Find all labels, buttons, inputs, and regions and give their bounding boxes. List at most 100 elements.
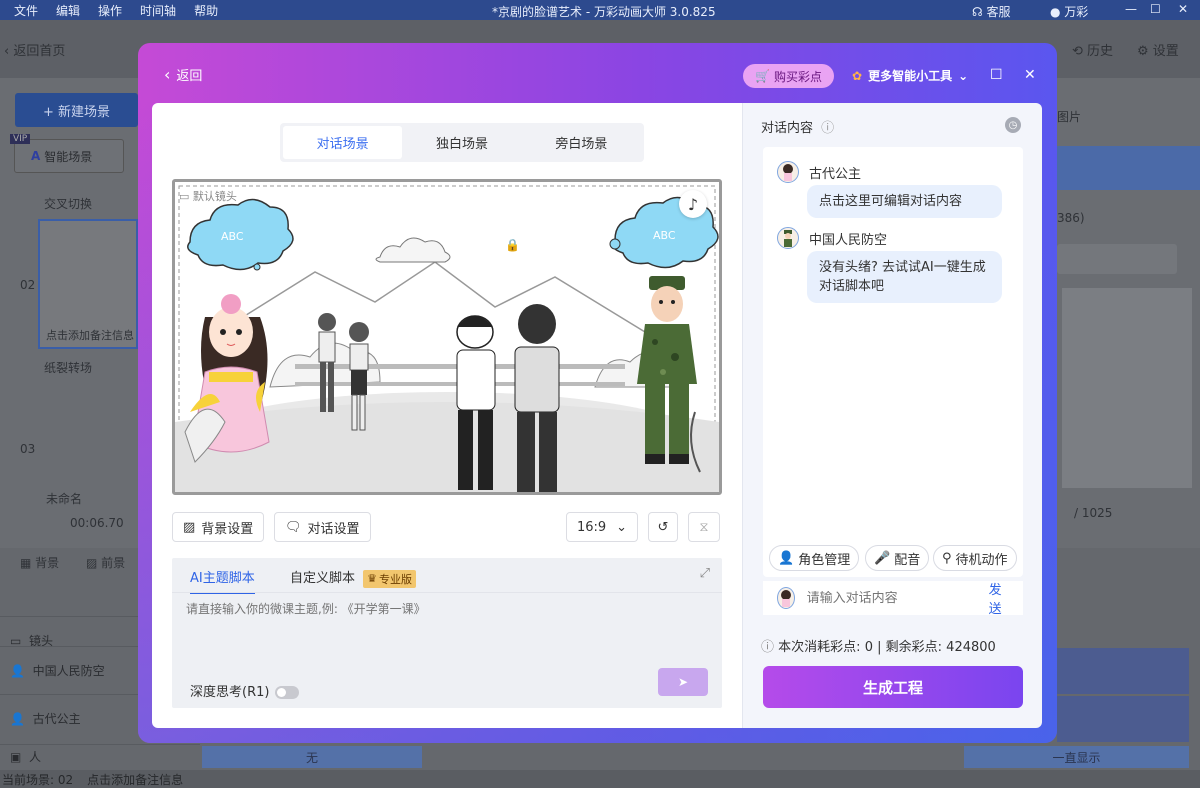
timeline-clip-always[interactable]: 一直显示 [964,746,1189,768]
maximize-icon[interactable]: ☐ [990,67,1003,83]
dialog-input[interactable] [806,590,977,606]
background-tab[interactable]: ▦ 背景 [20,554,59,571]
flip-button[interactable]: ⧖ [688,512,720,542]
back-button[interactable]: ‹ 返回 [164,65,202,84]
close-icon[interactable]: ✕ [1024,67,1036,83]
timeline-bar-defense[interactable] [1057,648,1189,694]
timeline-clip-none[interactable]: 无 [202,746,422,768]
message-bubble-1[interactable]: 点击这里可编辑对话内容 [807,185,1002,218]
info-icon[interactable]: ⓘ [821,121,834,136]
cost-value: 0 [864,640,873,655]
menu-bar: 文件 编辑 操作 时间轴 帮助 *京剧的脸谱艺术 - 万彩动画大师 3.0.82… [0,0,1200,20]
deep-think-label: 深度思考(R1) [190,685,270,700]
generate-project-button[interactable]: 生成工程 [763,666,1023,708]
new-scene-button[interactable]: + 新建场景 [15,93,138,127]
dialog-title: 对话内容 ⓘ [761,117,834,136]
remain-label: 剩余彩点: [885,640,943,655]
send-button[interactable]: 发送 [989,579,1009,617]
ai-send-button[interactable]: ➤ [658,668,708,696]
service-link[interactable]: ☊ 客服 [972,3,1011,20]
dialog-title-label: 对话内容 [761,121,814,136]
menu-help[interactable]: 帮助 [194,2,218,19]
paper-plane-icon: ➤ [677,675,689,689]
resource-pager: / 1025 [1074,506,1113,520]
chevron-left-icon: ‹ [164,65,171,84]
menu-file[interactable]: 文件 [14,2,38,19]
deep-think-toggle[interactable]: 深度思考(R1) [190,681,300,700]
minimize-icon[interactable]: — [1125,2,1137,16]
expand-icon[interactable]: ⤢ [700,566,710,581]
divider [172,592,722,593]
resource-grid[interactable] [1062,288,1192,488]
more-tools-menu[interactable]: ✿ 更多智能小工具 ⌄ [852,67,968,84]
maximize-icon[interactable]: ☐ [1150,2,1161,16]
tab-dialog-scene[interactable]: 对话场景 [283,126,403,159]
cart-icon: 🛒 [755,69,770,83]
buy-points-button[interactable]: 🛒 购买彩点 [743,64,834,88]
voice-label: 配音 [894,552,921,568]
timeline-bar-princess[interactable] [1057,696,1189,742]
aspect-ratio-select[interactable]: 16:9 ⌄ [566,512,638,542]
menu-operate[interactable]: 操作 [98,2,122,19]
menu-edit[interactable]: 编辑 [56,2,80,19]
svg-text:ABC: ABC [221,230,244,243]
settings-button[interactable]: ⚙ 设置 [1137,40,1179,59]
role-management-label: 角色管理 [798,552,851,568]
scene-panel: + 新建场景 A 智能场景 VIP 交叉切换 02 点击添加备注信息 纸裂转场 0… [0,78,138,548]
track-defense-label: 中国人民防空 [32,664,105,678]
scene-name-3: 未命名 [46,492,83,506]
clock-icon[interactable]: ◷ [1005,117,1021,133]
dialog-scene-modal: ‹ 返回 🛒 购买彩点 ✿ 更多智能小工具 ⌄ ☐ ✕ 对话场景 独白场景 旁白… [138,43,1057,743]
back-home-button[interactable]: ‹ 返回首页 [4,40,65,59]
resource-banner[interactable] [1057,146,1200,190]
music-note-icon[interactable]: ♪ [679,190,707,218]
svg-text:ABC: ABC [653,229,676,242]
rotate-icon: ↺ [657,519,669,535]
smart-scene-button[interactable]: A 智能场景 [14,139,124,173]
cost-label: 本次消耗彩点: [778,640,861,655]
scene-editor-panel: 对话场景 独白场景 旁白场景 ABC ABC 🔒 ▭ 默认镜头 ♪ ▨ 背景设置… [152,103,742,728]
speaker-name-2: 中国人民防空 [809,232,888,248]
transition-label-1: 交叉切换 [44,197,93,211]
foreground-tab[interactable]: ▨ 前景 [86,554,125,571]
scene-preview-canvas[interactable]: ABC ABC 🔒 ▭ 默认镜头 ♪ [172,179,722,495]
idle-action-label: 待机动作 [955,552,1008,568]
scene-time-3: 00:06.70 [70,516,124,530]
tab-ai-script[interactable]: AI主题脚本 [190,567,255,594]
user-menu[interactable]: ● 万彩 [1050,3,1088,20]
resource-filter[interactable] [1057,244,1177,274]
status-note[interactable]: 点击添加备注信息 [87,771,183,788]
dialog-input-row: 发送 [763,579,1023,617]
reset-button[interactable]: ↺ [648,512,678,542]
user-name: 万彩 [1064,5,1089,19]
ai-script-panel: AI主题脚本 自定义脚本 ♛专业版 ⤢ 深度思考(R1) ➤ [172,558,722,708]
resource-count: 386) [1057,211,1085,225]
tab-monologue-scene[interactable]: 独白场景 [402,126,521,159]
toggle-switch[interactable] [275,686,300,699]
track-princess-label: 古代公主 [32,712,81,726]
ai-topic-input[interactable] [186,600,706,660]
background-settings-button[interactable]: ▨ 背景设置 [172,512,265,542]
default-camera-label: ▭ 默认镜头 [179,190,237,203]
settings-label: 设置 [1152,44,1179,59]
role-management-button[interactable]: 👤 角色管理 [769,545,860,571]
avatar [777,587,795,609]
history-button[interactable]: ⟲ 历史 [1072,40,1113,59]
dialog-settings-label: 对话设置 [307,521,360,537]
voice-button[interactable]: 🎤 配音 [865,545,930,571]
close-app-icon[interactable]: ✕ [1178,2,1188,16]
ai-icon: A [31,149,41,163]
idle-action-button[interactable]: ⚲ 待机动作 [933,545,1017,571]
message-bubble-2[interactable]: 没有头绪? 去试试AI一键生成对话脚本吧 [807,251,1002,303]
image-tab[interactable]: 图片 [1057,108,1081,125]
status-scene: 当前场景: 02 [2,772,74,787]
track-person[interactable]: ▣ 人 [0,744,200,768]
motion-icon: ⚲ [942,550,952,566]
tab-narration-scene[interactable]: 旁白场景 [522,126,641,159]
dialog-settings-button[interactable]: 🗨 对话设置 [274,512,371,542]
tab-custom-script[interactable]: 自定义脚本 ♛ 专业版 [290,567,417,588]
scene-note-2: 点击添加备注信息 [46,329,134,342]
chevron-down-icon: ⌄ [616,519,627,535]
menu-timeline[interactable]: 时间轴 [140,2,176,19]
smart-scene-label: 智能场景 [44,149,93,164]
